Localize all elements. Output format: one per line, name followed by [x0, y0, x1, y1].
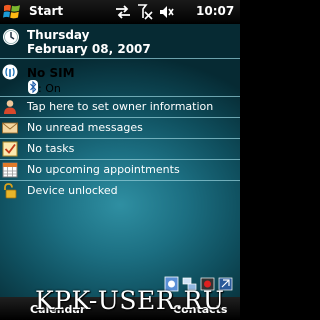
title-bar: Start 10:07: [0, 0, 240, 24]
date-weekday: Thursday: [27, 28, 90, 42]
device-lock-item[interactable]: Device unlocked: [0, 182, 240, 200]
watermark: KPK-USER.RU: [35, 286, 225, 315]
owner-info-text: Tap here to set owner information: [27, 100, 214, 113]
owner-info-item[interactable]: Tap here to set owner information: [0, 98, 240, 116]
envelope-icon: [2, 122, 18, 134]
clock[interactable]: 10:07: [196, 4, 234, 18]
clock-icon: [3, 29, 19, 45]
device-lock-text: Device unlocked: [27, 184, 118, 197]
speaker-mute-icon[interactable]: [158, 4, 174, 20]
divider: [0, 138, 240, 139]
messages-text: No unread messages: [27, 121, 143, 134]
appointments-text: No upcoming appointments: [27, 163, 180, 176]
person-icon: [4, 100, 16, 114]
divider: [0, 96, 240, 97]
tasks-text: No tasks: [27, 142, 75, 155]
bluetooth-status: : On: [38, 82, 61, 95]
sync-arrows-icon[interactable]: [115, 4, 131, 20]
calendar-icon: [2, 162, 18, 178]
no-signal-icon[interactable]: [137, 4, 153, 20]
wireless-antenna-icon: [2, 64, 18, 80]
start-button[interactable]: Start: [29, 4, 63, 18]
sim-status: No SIM: [27, 66, 75, 80]
divider: [0, 180, 240, 181]
date-full: February 08, 2007: [27, 42, 151, 56]
windows-flag-icon[interactable]: [3, 3, 21, 21]
today-screen: Start 10:07 Thursday February 08, 2007 N…: [0, 0, 240, 320]
tasks-item[interactable]: No tasks: [0, 140, 240, 158]
task-checkbox-icon: [2, 141, 18, 157]
divider: [0, 117, 240, 118]
appointments-item[interactable]: No upcoming appointments: [0, 161, 240, 179]
divider: [0, 159, 240, 160]
divider: [0, 58, 240, 59]
messages-item[interactable]: No unread messages: [0, 119, 240, 137]
bluetooth-icon: [28, 80, 38, 94]
padlock-open-icon: [4, 183, 17, 199]
